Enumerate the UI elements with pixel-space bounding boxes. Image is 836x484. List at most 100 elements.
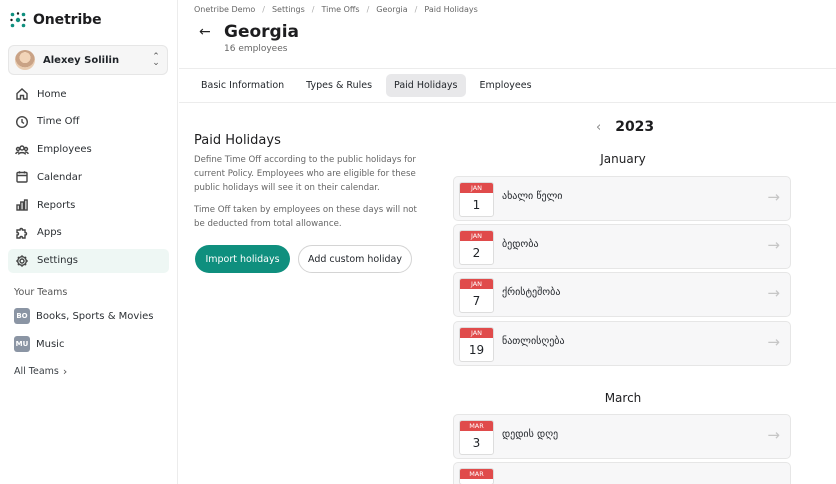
sidebar-item-employees[interactable]: Employees (8, 138, 169, 162)
year-navigator: ‹ 2023 (596, 119, 654, 135)
sidebar-item-label: Reports (37, 199, 76, 211)
holiday-name: დედის დღე (502, 429, 559, 440)
date-month: JAN (460, 328, 493, 338)
user-name: Alexey Solilin (43, 54, 120, 66)
holiday-item[interactable]: MAR 3 დედის დღე → (453, 414, 791, 459)
holiday-name: ახალი წელი (502, 191, 563, 202)
date-day: 7 (472, 294, 481, 308)
arrow-right-icon: → (767, 426, 780, 444)
holiday-item[interactable]: JAN 1 ახალი წელი → (453, 176, 791, 221)
chevron-right-icon: › (62, 365, 68, 378)
sidebar-item-label: Settings (37, 255, 79, 267)
tab-types-rules[interactable]: Types & Rules (298, 74, 380, 97)
team-label: Books, Sports & Movies (36, 310, 154, 322)
calendar-date-badge: MAR 3 (459, 420, 494, 455)
section-title: Paid Holidays (194, 133, 281, 148)
people-icon (15, 144, 29, 155)
breadcrumb-separator: / (262, 5, 265, 14)
team-item-books[interactable]: BO Books, Sports & Movies (14, 308, 153, 324)
clock-icon (15, 115, 29, 128)
chart-icon (16, 199, 28, 211)
calendar-date-badge: JAN 19 (459, 327, 494, 362)
calendar-date-badge: JAN 2 (459, 230, 494, 265)
sidebar-nav: Home Time Off Employees Calendar Reports… (8, 82, 169, 277)
all-teams-label: All Teams (14, 366, 59, 377)
breadcrumb-separator: / (311, 5, 315, 14)
month-heading: January (600, 152, 646, 166)
all-teams-link[interactable]: All Teams › (14, 365, 67, 378)
breadcrumb-item[interactable]: Georgia (376, 5, 407, 14)
avatar (15, 50, 35, 70)
puzzle-icon (16, 227, 28, 239)
breadcrumb-separator: / (366, 5, 370, 14)
date-month: MAR (460, 469, 493, 479)
breadcrumb-separator: / (414, 5, 418, 14)
section-description: Define Time Off according to the public … (194, 155, 416, 193)
holiday-name: ნათლისღება (502, 336, 565, 347)
holiday-name: ბედობა (502, 239, 539, 250)
calendar-date-badge: JAN 7 (459, 278, 494, 313)
team-label: Music (36, 338, 65, 350)
sidebar-item-home[interactable]: Home (8, 82, 169, 106)
page-title: Georgia (224, 22, 300, 42)
holiday-item[interactable]: JAN 7 ქრისტეშობა → (453, 272, 791, 317)
team-badge: MU (14, 336, 30, 352)
sidebar-item-reports[interactable]: Reports (8, 193, 169, 217)
breadcrumb-item[interactable]: Onetribe Demo (194, 5, 255, 14)
brand-name: Onetribe (33, 12, 102, 28)
gear-icon (16, 254, 28, 267)
year-label: 2023 (615, 119, 655, 135)
sidebar-item-label: Time Off (37, 116, 80, 128)
tab-basic-information[interactable]: Basic Information (193, 74, 292, 97)
breadcrumb-item: Paid Holidays (424, 5, 478, 14)
sidebar-item-settings[interactable]: Settings (8, 248, 169, 273)
page-subtitle: 16 employees (224, 44, 288, 54)
holiday-item[interactable]: JAN 2 ბედობა → (453, 224, 791, 269)
chevron-up-down-icon: ⌃ ⌄ (152, 52, 160, 68)
sidebar-item-label: Employees (37, 144, 92, 156)
tab-paid-holidays[interactable]: Paid Holidays (386, 74, 466, 97)
arrow-right-icon: → (767, 236, 780, 254)
arrow-right-icon: → (767, 333, 780, 351)
calendar-icon (16, 171, 28, 184)
teams-heading: Your Teams (14, 287, 68, 298)
sidebar-item-label: Apps (37, 227, 62, 239)
arrow-right-icon: → (767, 284, 780, 302)
brand-logo[interactable]: Onetribe (9, 11, 102, 29)
sidebar-item-label: Calendar (37, 171, 82, 183)
import-holidays-button[interactable]: Import holidays (195, 245, 290, 273)
section-note: Time Off taken by employees on these day… (194, 205, 417, 229)
date-day: 2 (472, 246, 481, 260)
date-day: 19 (468, 343, 485, 357)
date-day: 3 (472, 436, 481, 450)
date-month: JAN (460, 183, 493, 193)
holiday-item[interactable]: JAN 19 ნათლისღება → (453, 321, 791, 366)
team-item-music[interactable]: MU Music (14, 336, 64, 352)
sidebar-item-calendar[interactable]: Calendar (8, 165, 169, 189)
calendar-date-badge: MAR (459, 468, 494, 484)
sidebar-item-apps[interactable]: Apps (8, 221, 169, 245)
add-custom-holiday-button[interactable]: Add custom holiday (298, 245, 412, 273)
date-month: JAN (460, 231, 493, 241)
month-heading: March (604, 391, 642, 405)
back-arrow-icon[interactable]: ← (199, 24, 211, 40)
sidebar-item-time-off[interactable]: Time Off (8, 110, 169, 134)
breadcrumb-item[interactable]: Settings (272, 5, 305, 14)
date-month: MAR (460, 421, 493, 431)
holiday-item[interactable]: MAR (453, 462, 791, 484)
tab-employees[interactable]: Employees (472, 74, 540, 97)
sidebar-item-label: Home (37, 88, 67, 100)
date-day: 1 (472, 198, 481, 212)
chevron-left-icon[interactable]: ‹ (596, 120, 601, 135)
arrow-right-icon: → (767, 188, 780, 206)
onetribe-logo-icon (10, 12, 26, 28)
breadcrumb: Onetribe Demo / Settings / Time Offs / Geor… (194, 5, 478, 14)
breadcrumb-item[interactable]: Time Offs (321, 5, 359, 14)
team-badge: BO (14, 308, 30, 324)
holiday-name: ქრისტეშობა (502, 287, 561, 298)
tabs-bar: Basic Information Types & Rules Paid Hol… (179, 68, 836, 103)
sidebar: Onetribe Alexey Solilin ⌃ ⌄ Home Time Off… (0, 0, 178, 484)
calendar-date-badge: JAN 1 (459, 182, 494, 217)
user-switcher[interactable]: Alexey Solilin ⌃ ⌄ (8, 45, 168, 75)
home-icon (16, 88, 28, 100)
